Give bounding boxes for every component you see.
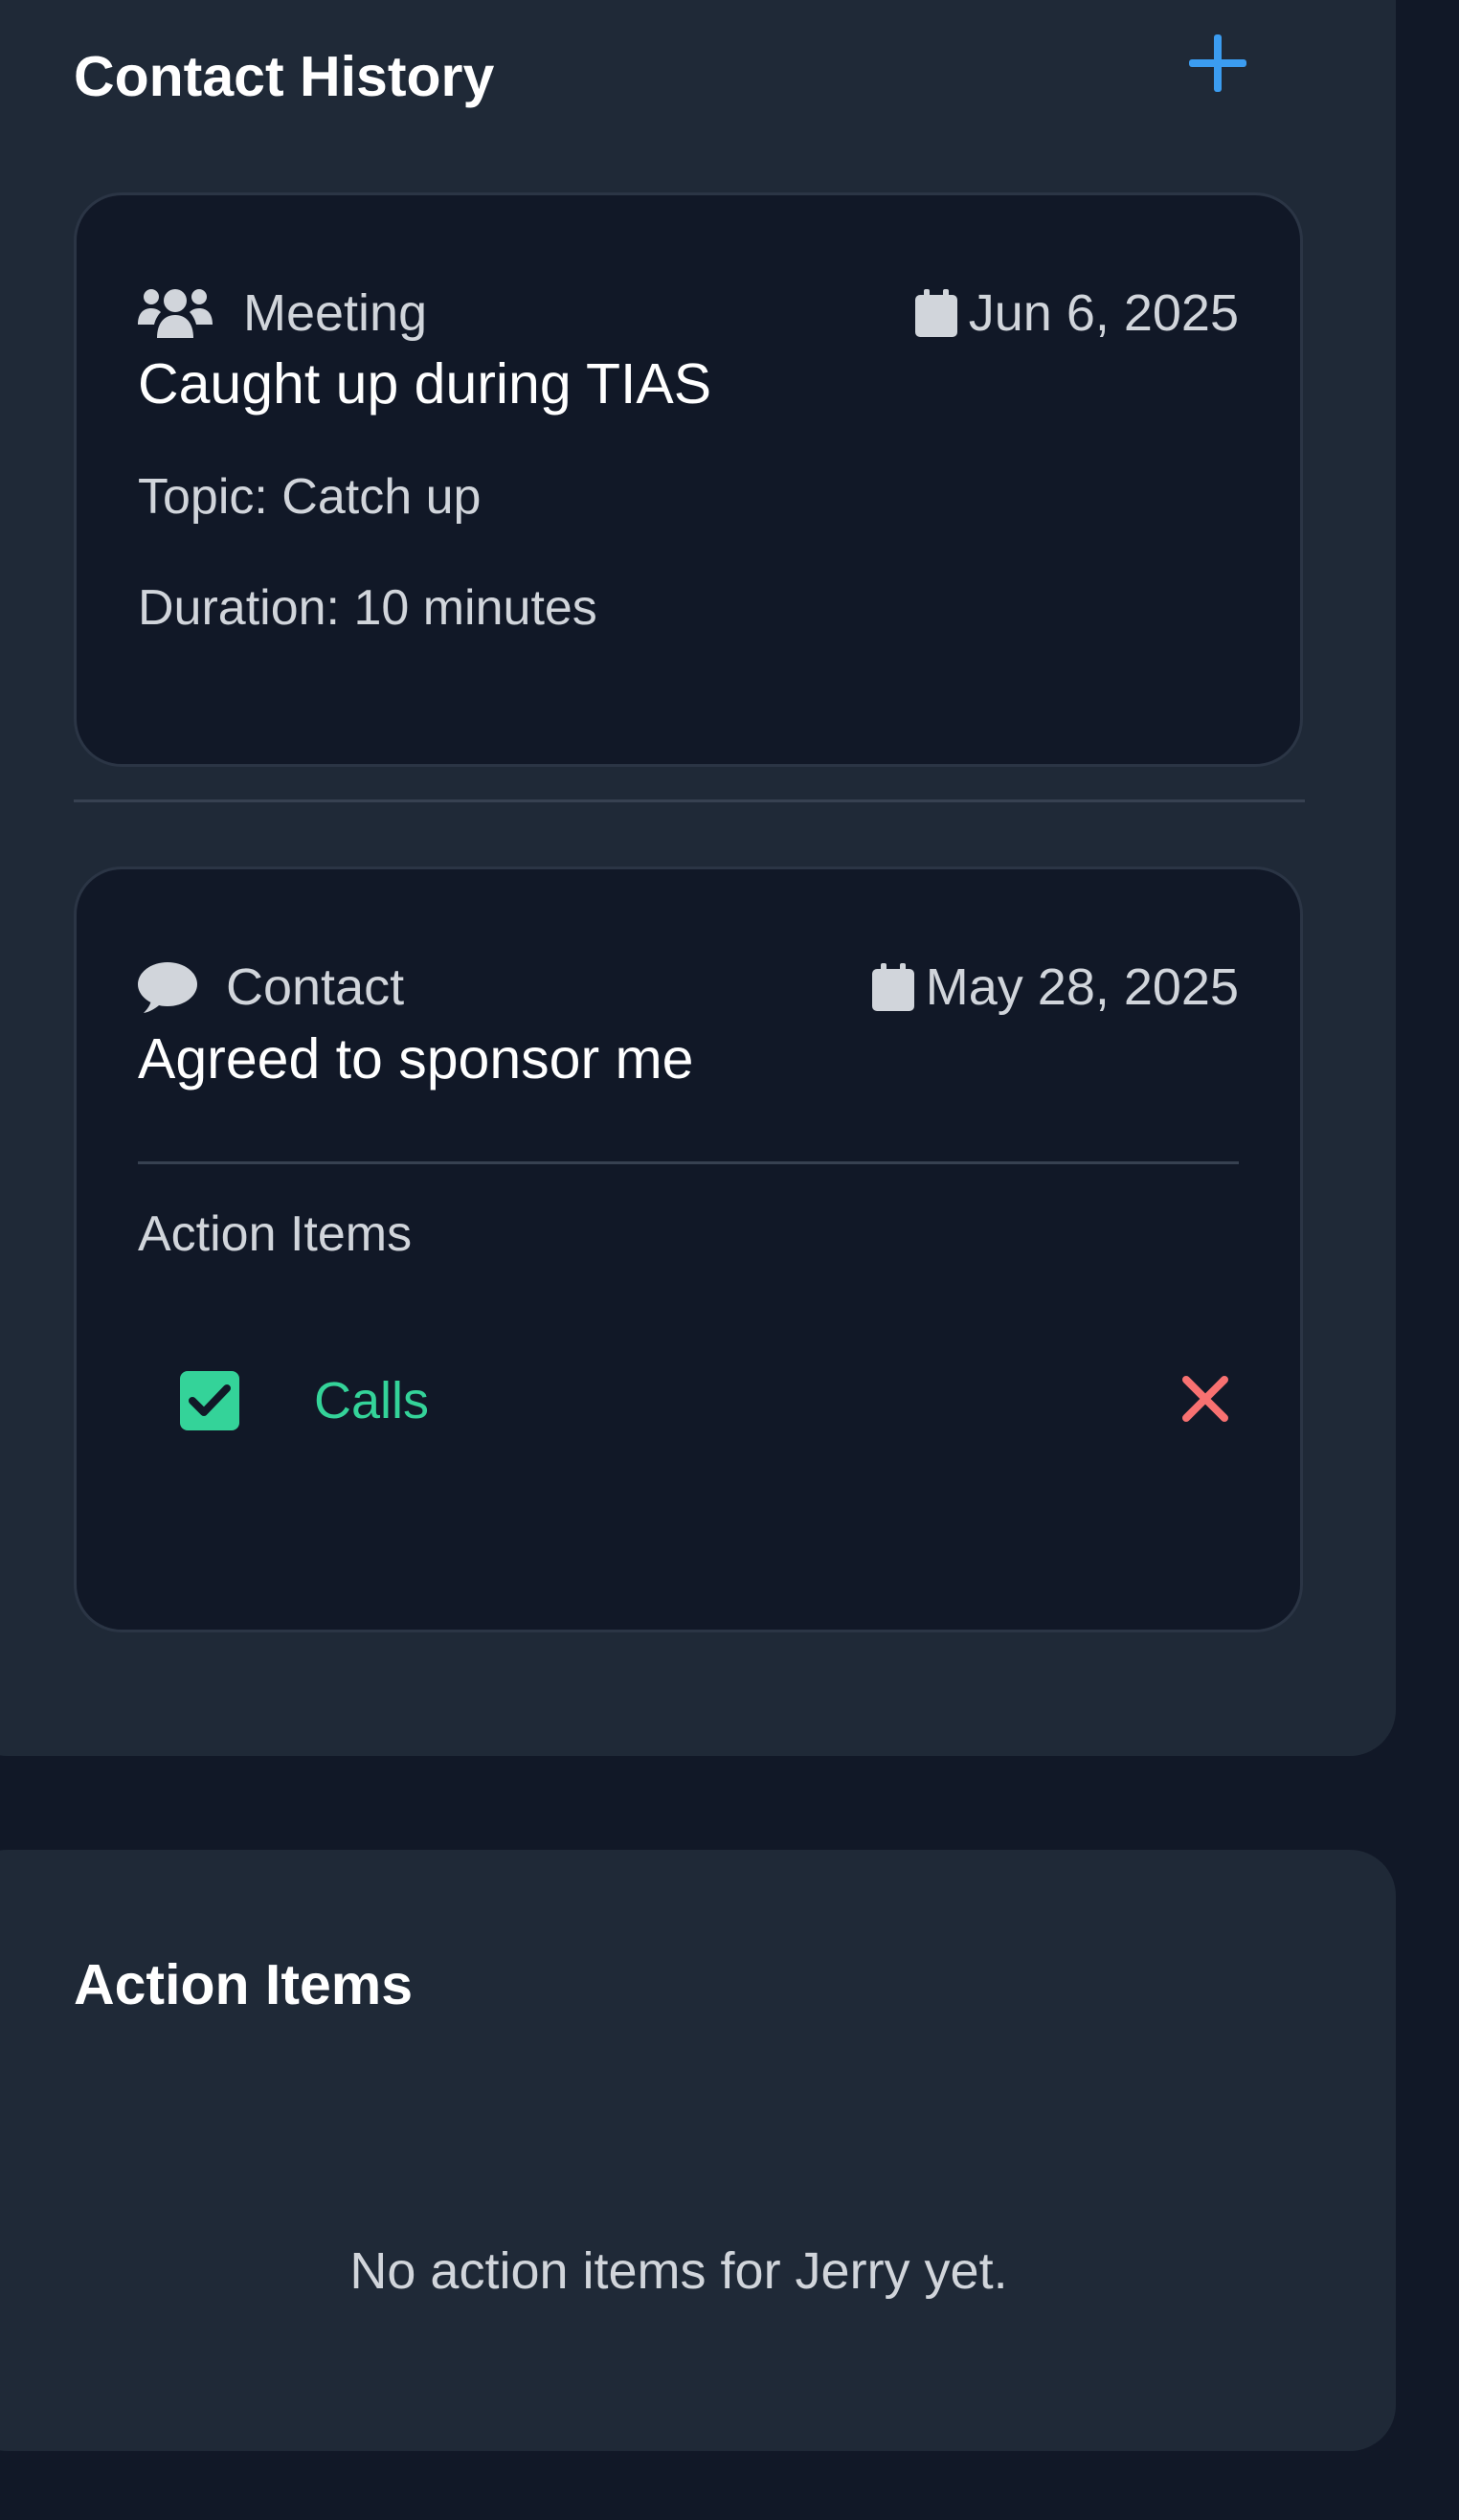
entry-date-label: May 28, 2025	[925, 958, 1239, 1016]
action-item-text: Calls	[314, 1372, 430, 1429]
entry-date-label: Jun 6, 2025	[968, 284, 1239, 342]
entry-divider	[74, 799, 1305, 802]
calendar-icon	[914, 289, 957, 337]
entry-date: Jun 6, 2025	[914, 284, 1239, 342]
entry-duration: Duration: 10 minutes	[138, 580, 597, 636]
entry-date: May 28, 2025	[871, 958, 1239, 1016]
entry-summary: Caught up during TIAS	[138, 352, 712, 416]
empty-state-message: No action items for Jerry yet.	[349, 2242, 1008, 2300]
entry-topic: Topic: Catch up	[138, 469, 482, 525]
action-items-title: Action Items	[74, 1953, 414, 2016]
checkbox-checked-icon[interactable]	[180, 1371, 239, 1430]
plus-icon	[1172, 17, 1264, 109]
close-icon	[1180, 1374, 1230, 1429]
entry-inner-divider	[138, 1161, 1239, 1164]
contact-entry-card[interactable]: Meeting Jun 6, 2025 Caught up during TIA…	[74, 192, 1303, 767]
action-item-row: Calls	[138, 1358, 1239, 1444]
add-contact-button[interactable]	[1172, 17, 1264, 109]
entry-type: Contact	[138, 961, 404, 1013]
contact-history-panel: Contact History Meeting Jun 6, 2025 Caug…	[0, 0, 1396, 1756]
entry-action-items-heading: Action Items	[138, 1206, 413, 1262]
entry-type-label: Contact	[226, 958, 405, 1016]
page: Contact History Meeting Jun 6, 2025 Caug…	[0, 0, 1459, 2520]
delete-action-item-button[interactable]	[1172, 1367, 1239, 1434]
entry-header: Contact May 28, 2025	[138, 944, 1239, 1030]
action-items-panel: Action Items No action items for Jerry y…	[0, 1850, 1396, 2451]
comment-icon	[138, 961, 197, 1013]
users-icon	[138, 284, 213, 342]
entry-header: Meeting Jun 6, 2025	[138, 270, 1239, 356]
contact-entry-card[interactable]: Contact May 28, 2025 Agreed to sponsor m…	[74, 866, 1303, 1632]
contact-history-title: Contact History	[74, 45, 495, 108]
entry-summary: Agreed to sponsor me	[138, 1027, 694, 1091]
entry-type: Meeting	[138, 284, 427, 342]
entry-type-label: Meeting	[243, 284, 428, 342]
calendar-icon	[871, 963, 914, 1011]
